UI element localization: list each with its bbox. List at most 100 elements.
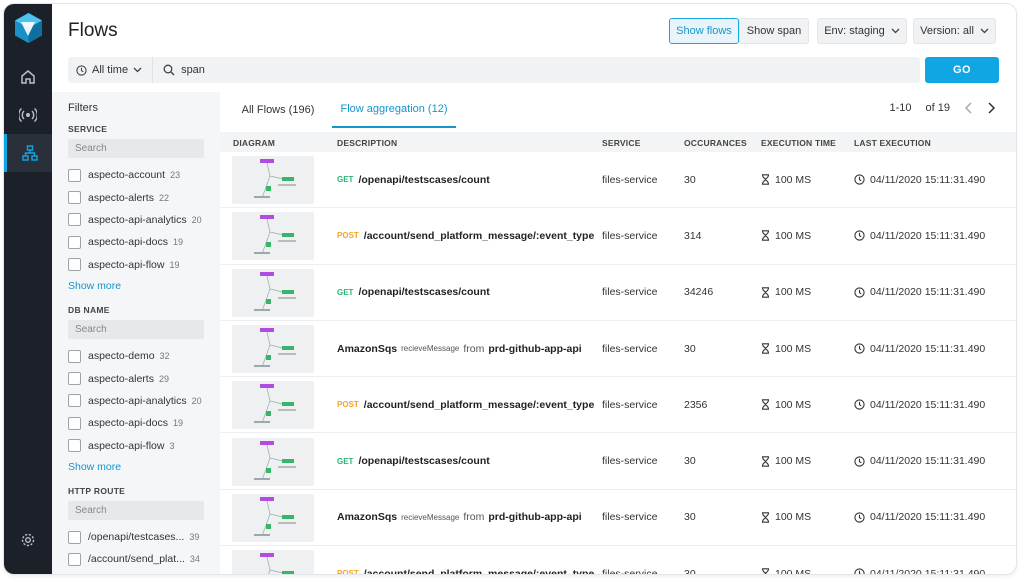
tab-all-flows[interactable]: All Flows (196) [226, 92, 330, 128]
flow-description[interactable]: AmazonSqs recieveMessage from prd-github-ap… [337, 321, 582, 376]
clock-icon [854, 568, 865, 574]
flow-operation: recieveMessage [401, 512, 460, 522]
checkbox[interactable] [68, 213, 81, 227]
execution-time: 100 MS [761, 208, 811, 263]
table-header: DIAGRAM DESCRIPTION SERVICE OCCURANCES E… [220, 132, 1016, 152]
env-dropdown[interactable]: Env: staging [817, 18, 907, 44]
filter-section-http-route: HTTP ROUTE [68, 485, 126, 496]
time-range-dropdown[interactable]: All time [68, 57, 154, 83]
last-execution: 04/11/2020 15:11:31.490 [854, 490, 985, 545]
last-execution: 04/11/2020 15:11:31.490 [854, 377, 985, 432]
table-row[interactable]: GET/openapi/testscases/count files-servic… [220, 265, 1016, 321]
go-button[interactable]: GO [925, 57, 999, 83]
execution-time: 100 MS [761, 434, 811, 489]
nav-flows[interactable] [4, 134, 52, 172]
logo-icon[interactable] [15, 13, 42, 43]
filter-option[interactable]: aspecto-api-analytics 20 [68, 390, 208, 412]
checkbox[interactable] [68, 416, 81, 430]
flow-diagram-thumbnail[interactable] [232, 156, 314, 204]
service-name: files-service [602, 398, 658, 411]
flow-path: AmazonSqs [337, 511, 398, 524]
show-flows-button[interactable]: Show flows [669, 18, 739, 44]
page-title: Flows [68, 20, 118, 41]
checkbox[interactable] [68, 235, 81, 249]
http-method: POST [337, 569, 359, 574]
chevron-down-icon [133, 67, 142, 73]
flow-diagram-thumbnail[interactable] [232, 381, 314, 430]
flow-diagram-thumbnail[interactable] [232, 550, 314, 574]
service-filter-search[interactable]: Search [68, 139, 204, 158]
table-row[interactable]: POST/account/send_platform_message/:even… [220, 208, 1016, 265]
filter-option[interactable]: aspecto-alerts 22 [68, 186, 208, 208]
http-method: POST [337, 400, 359, 410]
home-icon [21, 70, 35, 84]
show-span-button[interactable]: Show span [739, 18, 809, 44]
table-row[interactable]: GET/openapi/testscases/count files-servic… [220, 434, 1016, 490]
filter-option[interactable]: /account/send_plat... 34 [68, 548, 208, 570]
nav-live[interactable] [4, 96, 52, 134]
search-input[interactable]: span [153, 64, 205, 76]
search-icon [163, 64, 175, 76]
flow-description[interactable]: AmazonSqs recieveMessage from prd-github-ap… [337, 490, 582, 545]
filter-option[interactable]: aspecto-api-docs 19 [68, 412, 208, 434]
occurrence-count: 34246 [684, 286, 714, 299]
last-execution: 04/11/2020 15:11:31.490 [854, 208, 985, 263]
filter-option[interactable]: aspecto-api-flow 3 [68, 435, 208, 457]
main-area: Flows Show flows Show span Env: staging … [52, 4, 1016, 574]
hourglass-icon [761, 174, 770, 185]
filter-option[interactable]: aspecto-alerts 29 [68, 367, 208, 389]
flow-description[interactable]: GET/openapi/testscases/count [337, 265, 490, 320]
flow-diagram-thumbnail[interactable] [232, 437, 314, 486]
execution-time-value: 100 MS [775, 286, 812, 299]
checkbox[interactable] [68, 349, 81, 363]
checkbox[interactable] [68, 394, 81, 408]
filter-section-service: SERVICE [68, 124, 108, 134]
filter-option[interactable]: /openapi/testcases... 39 [68, 526, 208, 548]
checkbox[interactable] [68, 530, 81, 544]
chevron-right-icon[interactable] [987, 102, 996, 114]
checkbox[interactable] [68, 439, 81, 453]
version-dropdown[interactable]: Version: all [913, 18, 996, 44]
flow-diagram-thumbnail[interactable] [232, 212, 314, 261]
checkbox[interactable] [68, 258, 81, 272]
http-method: GET [337, 287, 354, 297]
diagram-preview [254, 271, 296, 311]
table-row[interactable]: POST/account/send_platform_message/:even… [220, 377, 1016, 434]
checkbox[interactable] [68, 168, 81, 182]
tab-flow-aggregation[interactable]: Flow aggregation (12) [332, 92, 456, 128]
filter-option[interactable]: aspecto-account 23 [68, 164, 208, 186]
checkbox[interactable] [68, 372, 81, 386]
flow-description[interactable]: POST/account/send_platform_message/:even… [337, 208, 594, 263]
http-route-filter-search[interactable]: Search [68, 500, 204, 520]
checkbox[interactable] [68, 552, 81, 566]
table-row[interactable]: AmazonSqs recieveMessage from prd-github-ap… [220, 321, 1016, 378]
execution-time: 100 MS [761, 321, 811, 376]
nav-settings[interactable] [4, 521, 52, 559]
filter-option[interactable]: aspecto-demo 32 [68, 345, 208, 367]
flow-diagram-thumbnail[interactable] [232, 493, 314, 542]
filter-option[interactable]: aspecto-api-analytics 20 [68, 209, 208, 231]
filter-option[interactable]: aspecto-api-docs 19 [68, 231, 208, 253]
flow-description[interactable]: POST/account/send_platform_message/:even… [337, 377, 594, 432]
flows-icon [21, 145, 38, 161]
table-row[interactable]: GET/openapi/testscases/count files-servic… [220, 152, 1016, 209]
flow-diagram-thumbnail[interactable] [232, 268, 314, 317]
nav-home[interactable] [4, 58, 52, 96]
flow-diagram-thumbnail[interactable] [232, 324, 314, 373]
db-filter-search[interactable]: Search [68, 319, 204, 339]
flow-description[interactable]: POST/account/send_platform_message/:even… [337, 546, 594, 574]
execution-time-value: 100 MS [775, 511, 812, 524]
flow-description[interactable]: GET/openapi/testscases/count [337, 434, 490, 489]
last-execution-value: 04/11/2020 15:11:31.490 [870, 567, 986, 574]
flow-source: prd-github-app-api [488, 342, 582, 355]
filter-option[interactable]: aspecto-api-flow 19 [68, 254, 208, 276]
chevron-left-icon[interactable] [964, 102, 973, 114]
chevron-down-icon [891, 28, 900, 34]
table-row[interactable]: AmazonSqs recieveMessage from prd-github-ap… [220, 490, 1016, 547]
table-row[interactable]: POST/account/send_platform_message/:even… [220, 546, 1016, 574]
checkbox[interactable] [68, 191, 81, 205]
occurrence-count: 314 [684, 229, 702, 242]
flow-description[interactable]: GET/openapi/testscases/count [337, 152, 490, 207]
show-more-link[interactable]: Show more [68, 276, 208, 296]
show-more-link[interactable]: Show more [68, 457, 208, 477]
